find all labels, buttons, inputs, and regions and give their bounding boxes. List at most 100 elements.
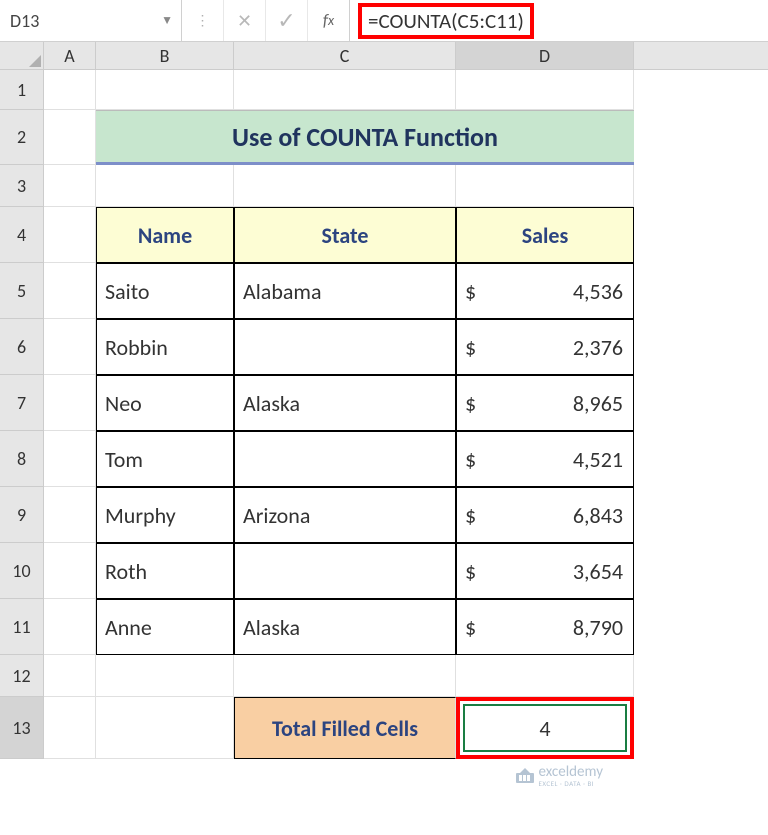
- cell-a5[interactable]: [44, 263, 96, 319]
- cell-a12[interactable]: [44, 655, 96, 697]
- sales-value: 8,790: [573, 614, 623, 641]
- formula-input[interactable]: =COUNTA(C5:C11): [350, 0, 768, 41]
- cell-a11[interactable]: [44, 599, 96, 655]
- currency-symbol: $: [465, 390, 476, 417]
- cell-a10[interactable]: [44, 543, 96, 599]
- sales-value: 4,536: [573, 278, 623, 305]
- row-header-11[interactable]: 11: [0, 599, 44, 655]
- watermark-brand: exceldemy: [539, 765, 603, 780]
- select-all-corner[interactable]: [0, 42, 44, 69]
- col-header-c[interactable]: C: [234, 42, 456, 69]
- sales-value: 6,843: [573, 502, 623, 529]
- row-header-3[interactable]: 3: [0, 165, 44, 207]
- sales-value: 3,654: [573, 558, 623, 585]
- cell-state-8[interactable]: [234, 431, 456, 487]
- cell-name-6[interactable]: Robbin: [96, 319, 234, 375]
- cell-d12[interactable]: [456, 655, 634, 697]
- currency-symbol: $: [465, 334, 476, 361]
- row-header-8[interactable]: 8: [0, 431, 44, 487]
- cell-sales-6[interactable]: $ 2,376: [456, 319, 634, 375]
- cell-sales-8[interactable]: $ 4,521: [456, 431, 634, 487]
- cell-state-9[interactable]: Arizona: [234, 487, 456, 543]
- cell-sales-7[interactable]: $ 8,965: [456, 375, 634, 431]
- row-header-1[interactable]: 1: [0, 70, 44, 110]
- cell-a7[interactable]: [44, 375, 96, 431]
- cell-a3[interactable]: [44, 165, 96, 207]
- cell-a4[interactable]: [44, 207, 96, 263]
- cell-b12[interactable]: [96, 655, 234, 697]
- cell-name-9[interactable]: Murphy: [96, 487, 234, 543]
- formula-text: =COUNTA(C5:C11): [358, 3, 534, 39]
- header-name[interactable]: Name: [96, 207, 234, 263]
- col-header-b[interactable]: B: [96, 42, 234, 69]
- cell-name-11[interactable]: Anne: [96, 599, 234, 655]
- total-label[interactable]: Total Filled Cells: [234, 697, 456, 759]
- sales-value: 4,521: [573, 446, 623, 473]
- cell-sales-11[interactable]: $ 8,790: [456, 599, 634, 655]
- row-header-7[interactable]: 7: [0, 375, 44, 431]
- cell-d3[interactable]: [456, 165, 634, 207]
- header-state[interactable]: State: [234, 207, 456, 263]
- corner-triangle-icon: [29, 55, 41, 67]
- enter-icon[interactable]: ✓: [266, 0, 308, 41]
- watermark-tagline: EXCEL · DATA · BI: [539, 780, 603, 787]
- row-header-12[interactable]: 12: [0, 655, 44, 697]
- cell-state-7[interactable]: Alaska: [234, 375, 456, 431]
- cell-b13[interactable]: [96, 697, 234, 759]
- watermark: exceldemy EXCEL · DATA · BI: [516, 765, 603, 787]
- cell-a9[interactable]: [44, 487, 96, 543]
- name-box-dropdown-icon[interactable]: ▼: [161, 13, 173, 28]
- cell-a13[interactable]: [44, 697, 96, 759]
- cell-a1[interactable]: [44, 70, 96, 110]
- title-cell[interactable]: Use of COUNTA Function: [96, 110, 634, 165]
- watermark-icon: [516, 767, 534, 785]
- row-header-4[interactable]: 4: [0, 207, 44, 263]
- cell-a8[interactable]: [44, 431, 96, 487]
- cell-name-7[interactable]: Neo: [96, 375, 234, 431]
- cell-state-6[interactable]: [234, 319, 456, 375]
- cell-d1[interactable]: [456, 70, 634, 110]
- row-header-2[interactable]: 2: [0, 110, 44, 165]
- cell-state-11[interactable]: Alaska: [234, 599, 456, 655]
- currency-symbol: $: [465, 558, 476, 585]
- cell-a6[interactable]: [44, 319, 96, 375]
- header-sales[interactable]: Sales: [456, 207, 634, 263]
- watermark-text: exceldemy EXCEL · DATA · BI: [539, 765, 603, 787]
- col-header-a[interactable]: A: [44, 42, 96, 69]
- currency-symbol: $: [465, 614, 476, 641]
- cell-a2[interactable]: [44, 110, 96, 165]
- cell-sales-10[interactable]: $ 3,654: [456, 543, 634, 599]
- cell-state-10[interactable]: [234, 543, 456, 599]
- col-header-d[interactable]: D: [456, 42, 634, 69]
- expand-icon[interactable]: ⋮: [182, 0, 224, 41]
- result-cell[interactable]: 4: [456, 697, 634, 759]
- row-header-10[interactable]: 10: [0, 543, 44, 599]
- sales-value: 2,376: [573, 334, 623, 361]
- cell-c1[interactable]: [234, 70, 456, 110]
- name-box-value: D13: [10, 10, 39, 32]
- cell-sales-9[interactable]: $ 6,843: [456, 487, 634, 543]
- formula-bar-icons: ⋮ ✕ ✓ fx: [182, 0, 350, 41]
- column-headers: A B C D: [0, 42, 768, 70]
- row-header-9[interactable]: 9: [0, 487, 44, 543]
- row-header-13[interactable]: 13: [0, 697, 44, 759]
- cell-name-10[interactable]: Roth: [96, 543, 234, 599]
- cell-name-8[interactable]: Tom: [96, 431, 234, 487]
- cell-state-5[interactable]: Alabama: [234, 263, 456, 319]
- row-header-6[interactable]: 6: [0, 319, 44, 375]
- cell-sales-5[interactable]: $ 4,536: [456, 263, 634, 319]
- row-headers: 1 2 3 4 5 6 7 8 9 10 11 12 13: [0, 70, 44, 759]
- cell-name-5[interactable]: Saito: [96, 263, 234, 319]
- cell-b1[interactable]: [96, 70, 234, 110]
- cell-c3[interactable]: [234, 165, 456, 207]
- cancel-icon[interactable]: ✕: [224, 0, 266, 41]
- fx-icon[interactable]: fx: [308, 0, 350, 41]
- name-box[interactable]: D13 ▼: [0, 0, 182, 41]
- row-header-5[interactable]: 5: [0, 263, 44, 319]
- currency-symbol: $: [465, 278, 476, 305]
- cell-b3[interactable]: [96, 165, 234, 207]
- sales-value: 8,965: [573, 390, 623, 417]
- result-value: 4: [539, 715, 550, 742]
- cell-c12[interactable]: [234, 655, 456, 697]
- currency-symbol: $: [465, 446, 476, 473]
